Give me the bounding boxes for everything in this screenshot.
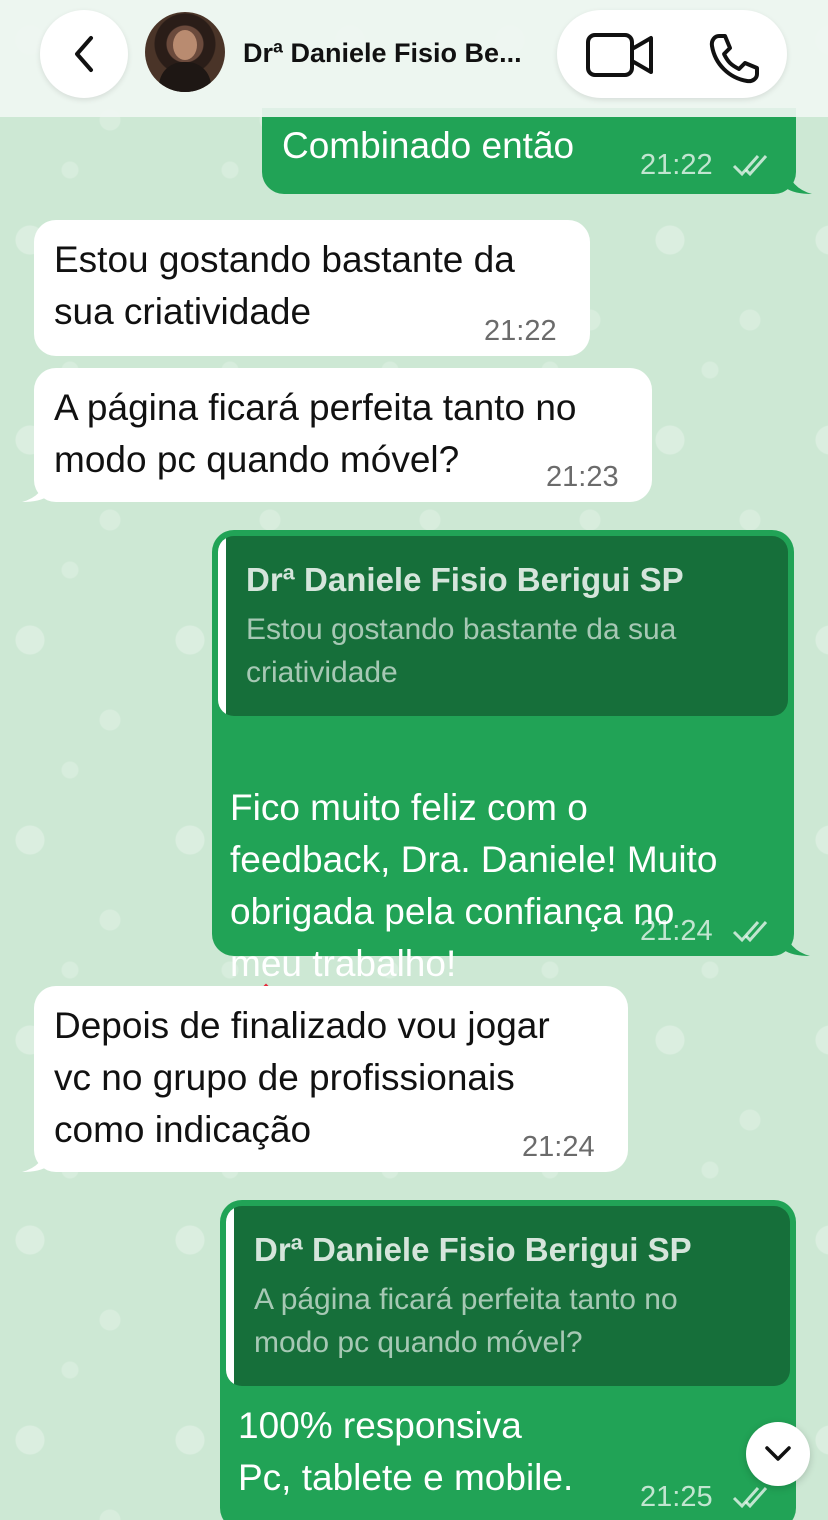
message-text: Estou gostando bastante da sua criativid… bbox=[54, 239, 515, 332]
quoted-message[interactable]: Drª Daniele Fisio Berigui SP Estou gosta… bbox=[218, 536, 788, 716]
back-button[interactable] bbox=[40, 10, 128, 98]
bubble-tail bbox=[784, 928, 810, 956]
chevron-down-icon bbox=[765, 1446, 791, 1461]
message-text: Combinado então bbox=[282, 125, 575, 166]
message-time: 21:24 bbox=[522, 1131, 595, 1163]
quoted-author: Drª Daniele Fisio Berigui SP bbox=[254, 1231, 692, 1268]
bubble-tail bbox=[22, 474, 48, 502]
quoted-text: Estou gostando bastante da sua criativid… bbox=[246, 613, 677, 689]
scroll-to-bottom-button[interactable] bbox=[746, 1422, 810, 1486]
call-actions bbox=[557, 10, 787, 98]
message-bubble-outgoing[interactable]: Combinado então 21:22 bbox=[262, 108, 796, 194]
message-bubble-incoming[interactable]: A página ficará perfeita tanto no modo p… bbox=[34, 368, 652, 502]
message-bubble-outgoing-reply[interactable]: Drª Daniele Fisio Berigui SP Estou gosta… bbox=[212, 530, 794, 1034]
message-text: 100% responsiva Pc, tablete e mobile. bbox=[238, 1405, 574, 1498]
message-time: 21:24 bbox=[640, 915, 713, 947]
contact-avatar[interactable] bbox=[145, 12, 225, 92]
message-time: 21:22 bbox=[484, 315, 557, 347]
double-check-icon bbox=[732, 155, 768, 177]
double-check-icon bbox=[732, 921, 768, 943]
message-bubble-outgoing-reply[interactable]: Drª Daniele Fisio Berigui SP A página fi… bbox=[220, 1200, 796, 1520]
chat-header: Drª Daniele Fisio Be... bbox=[0, 0, 828, 117]
bubble-tail bbox=[22, 1144, 48, 1172]
message-bubble-incoming[interactable]: Estou gostando bastante da sua criativid… bbox=[34, 220, 590, 356]
quote-bar bbox=[218, 536, 226, 716]
quoted-message[interactable]: Drª Daniele Fisio Berigui SP A página fi… bbox=[226, 1206, 790, 1386]
chevron-left-icon bbox=[75, 36, 93, 72]
quoted-author: Drª Daniele Fisio Berigui SP bbox=[246, 561, 684, 598]
message-text-content: Fico muito feliz com o feedback, Dra. Da… bbox=[230, 787, 718, 984]
phone-icon[interactable] bbox=[707, 32, 761, 86]
video-camera-icon[interactable] bbox=[585, 32, 655, 78]
contact-name[interactable]: Drª Daniele Fisio Be... bbox=[243, 38, 533, 69]
message-time: 21:23 bbox=[546, 461, 619, 493]
message-time: 21:22 bbox=[640, 149, 713, 181]
message-text: A página ficará perfeita tanto no modo p… bbox=[54, 387, 577, 480]
bubble-tail bbox=[786, 166, 812, 194]
message-text: Depois de finalizado vou jogar vc no gru… bbox=[54, 1005, 550, 1150]
quote-bar bbox=[226, 1206, 234, 1386]
message-time: 21:25 bbox=[640, 1481, 713, 1513]
message-bubble-incoming[interactable]: Depois de finalizado vou jogar vc no gru… bbox=[34, 986, 628, 1172]
double-check-icon bbox=[732, 1487, 768, 1509]
quoted-text: A página ficará perfeita tanto no modo p… bbox=[254, 1283, 678, 1359]
